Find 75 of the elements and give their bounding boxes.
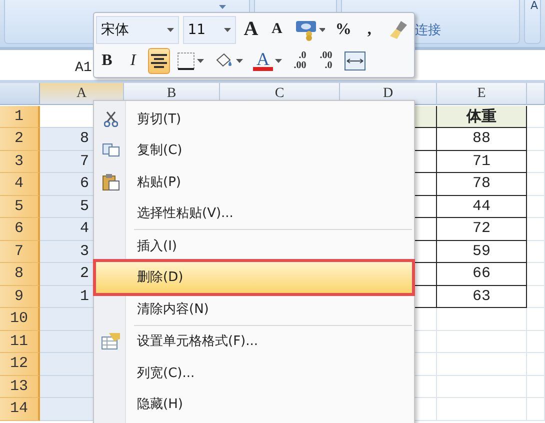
row-header[interactable]: 10 <box>0 308 40 330</box>
merge-cells-icon <box>344 50 366 70</box>
dropdown-arrow-icon <box>275 58 282 62</box>
dropdown-arrow-icon[interactable] <box>219 5 226 9</box>
dropdown-arrow-icon <box>224 28 231 32</box>
table-cell: 88 <box>437 128 527 150</box>
row-header[interactable]: 12 <box>0 353 40 376</box>
table-cell: 71 <box>437 150 527 173</box>
table-cell <box>527 196 545 218</box>
copy-icon <box>102 143 120 158</box>
clipboard-icon <box>102 172 120 191</box>
menu-item[interactable]: 隐藏(H) <box>96 388 412 420</box>
font-name-field[interactable]: 宋体 <box>96 16 179 44</box>
dropdown-arrow-icon <box>236 58 243 62</box>
row-header[interactable]: 4 <box>0 173 40 196</box>
table-cell: 78 <box>437 173 527 196</box>
table-cell <box>527 398 545 420</box>
group-label: 连接 <box>415 22 442 39</box>
table-cell <box>527 106 545 128</box>
table-cell: 63 <box>437 286 527 308</box>
center-align-button[interactable] <box>148 48 170 74</box>
table-cell <box>527 150 545 173</box>
row-header[interactable]: 2 <box>0 128 40 150</box>
decrease-decimal-button[interactable]: .00 .0 <box>315 48 337 74</box>
column-header[interactable]: E <box>437 83 527 105</box>
font-color-button[interactable]: A <box>250 48 285 74</box>
ribbon-text: A <box>530 0 538 12</box>
dropdown-arrow-icon <box>318 28 326 32</box>
row-header[interactable]: 8 <box>0 263 40 286</box>
row-header[interactable]: 14 <box>0 398 40 420</box>
table-cell: 59 <box>437 240 527 263</box>
column-header[interactable]: A <box>40 83 124 105</box>
dropdown-arrow-icon <box>197 58 204 62</box>
comma-style-button[interactable]: , <box>358 16 380 42</box>
dropdown-arrow-icon <box>166 28 174 32</box>
name-box[interactable]: A1 <box>75 60 92 76</box>
row-header[interactable]: 5 <box>0 196 40 218</box>
percent-button[interactable]: % <box>332 16 354 42</box>
table-cell: 44 <box>437 196 527 218</box>
row-header[interactable]: 11 <box>0 330 40 353</box>
menu-item[interactable]: 列宽(C)... <box>96 357 412 388</box>
table-cell <box>527 353 545 376</box>
row-header[interactable]: 7 <box>0 240 40 263</box>
shrink-font-button[interactable]: A <box>266 16 288 42</box>
paint-bucket-icon <box>214 52 234 70</box>
menu-item[interactable]: 删除(D) <box>96 262 412 293</box>
bold-button[interactable]: B <box>96 48 118 74</box>
table-cell <box>527 286 545 308</box>
italic-button[interactable]: I <box>122 48 144 74</box>
table-cell: 66 <box>437 263 527 286</box>
row-header[interactable]: 1 <box>0 106 40 128</box>
increase-decimal-button[interactable]: .0 .00 <box>289 48 311 74</box>
row-header[interactable]: 13 <box>0 376 40 398</box>
font-size-field[interactable]: 11 <box>182 16 236 44</box>
scissors-icon <box>104 110 118 127</box>
table-cell <box>527 330 545 353</box>
table-cell: 72 <box>437 218 527 240</box>
menu-item[interactable]: 设置单元格格式(F)... <box>96 326 412 357</box>
table-cell <box>527 173 545 196</box>
borders-icon <box>177 52 195 70</box>
row-header[interactable]: 3 <box>0 150 40 173</box>
money-icon <box>294 18 317 40</box>
table-cell <box>527 376 545 398</box>
table-cell <box>527 240 545 263</box>
brush-icon <box>387 18 409 40</box>
row-header[interactable]: 9 <box>0 286 40 308</box>
table-cell: 体重 <box>437 106 527 128</box>
table-cell <box>527 128 545 150</box>
table-cell <box>527 218 545 240</box>
table-cell <box>527 263 545 286</box>
format-cells-icon <box>100 332 120 350</box>
align-center-icon <box>151 54 167 68</box>
table-cell <box>527 308 545 330</box>
row-header[interactable]: 6 <box>0 218 40 240</box>
grow-font-button[interactable]: A <box>240 16 262 42</box>
